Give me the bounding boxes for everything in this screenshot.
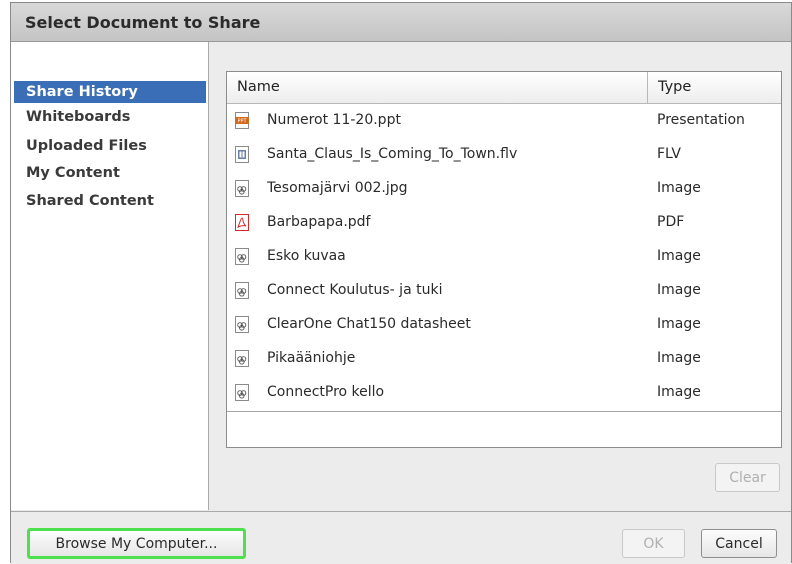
file-type: Image: [657, 316, 701, 332]
file-name: ConnectPro kello: [267, 384, 385, 400]
image-file-icon: [235, 282, 249, 299]
column-header-name[interactable]: Name: [227, 72, 648, 103]
sidebar: Share History Whiteboards Uploaded Files…: [11, 42, 209, 510]
clear-button[interactable]: Clear: [715, 463, 780, 492]
file-row[interactable]: ConnectPro kello Image: [227, 375, 781, 409]
sidebar-item-shared-content[interactable]: Shared Content: [14, 190, 206, 212]
file-name: Esko kuvaa: [267, 248, 346, 264]
file-name: Numerot 11-20.ppt: [267, 112, 401, 128]
sidebar-item-whiteboards[interactable]: Whiteboards: [14, 106, 206, 128]
file-type: Image: [657, 350, 701, 366]
file-row[interactable]: Esko kuvaa Image: [227, 239, 781, 273]
ppt-file-icon: PPT: [235, 112, 249, 129]
sidebar-item-my-content[interactable]: My Content: [14, 162, 206, 184]
file-type: PDF: [657, 214, 685, 230]
file-name: Santa_Claus_Is_Coming_To_Town.flv: [267, 146, 518, 162]
select-document-dialog: Select Document to Share Share History W…: [10, 2, 792, 564]
file-row[interactable]: Connect Koulutus- ja tuki Image: [227, 273, 781, 307]
file-row[interactable]: Santa_Claus_Is_Coming_To_Town.flv FLV: [227, 137, 781, 171]
image-file-icon: [235, 316, 249, 333]
sidebar-item-share-history[interactable]: Share History: [14, 81, 206, 103]
dialog-title: Select Document to Share: [25, 13, 261, 32]
browse-my-computer-button[interactable]: Browse My Computer...: [27, 528, 246, 559]
file-row[interactable]: Barbapapa.pdf PDF: [227, 205, 781, 239]
sidebar-item-uploaded-files[interactable]: Uploaded Files: [14, 135, 206, 157]
cancel-button[interactable]: Cancel: [701, 529, 777, 558]
file-row[interactable]: ClearOne Chat150 datasheet Image: [227, 307, 781, 341]
file-row[interactable]: PPT Numerot 11-20.ppt Presentation: [227, 103, 781, 137]
file-name: ClearOne Chat150 datasheet: [267, 316, 471, 332]
file-list-header: Name Type: [227, 72, 781, 104]
file-name: Barbapapa.pdf: [267, 214, 371, 230]
file-name: Tesomajärvi 002.jpg: [267, 180, 408, 196]
file-row[interactable]: Tesomajärvi 002.jpg Image: [227, 171, 781, 205]
column-header-type[interactable]: Type: [648, 72, 781, 103]
image-file-icon: [235, 180, 249, 197]
file-type: Presentation: [657, 112, 745, 128]
dialog-footer: Browse My Computer... OK Cancel: [11, 511, 791, 564]
dialog-body: Share History Whiteboards Uploaded Files…: [11, 42, 791, 510]
file-name: Connect Koulutus- ja tuki: [267, 282, 443, 298]
svg-text:PPT: PPT: [237, 119, 247, 125]
file-name: Pikaääniohje: [267, 350, 356, 366]
flv-file-icon: [235, 146, 249, 163]
file-type: Image: [657, 384, 701, 400]
image-file-icon: [235, 350, 249, 367]
file-list[interactable]: Name Type PPT Numerot 11-20.ppt Presenta…: [226, 71, 782, 448]
content-panel: Name Type PPT Numerot 11-20.ppt Presenta…: [209, 42, 791, 510]
file-type: Image: [657, 248, 701, 264]
image-file-icon: [235, 384, 249, 401]
image-file-icon: [235, 248, 249, 265]
list-divider: [227, 411, 781, 412]
file-row[interactable]: Pikaääniohje Image: [227, 341, 781, 375]
ok-button[interactable]: OK: [622, 529, 685, 558]
file-type: FLV: [657, 146, 681, 162]
file-type: Image: [657, 180, 701, 196]
file-type: Image: [657, 282, 701, 298]
pdf-file-icon: [235, 214, 249, 231]
dialog-titlebar[interactable]: Select Document to Share: [11, 3, 791, 42]
